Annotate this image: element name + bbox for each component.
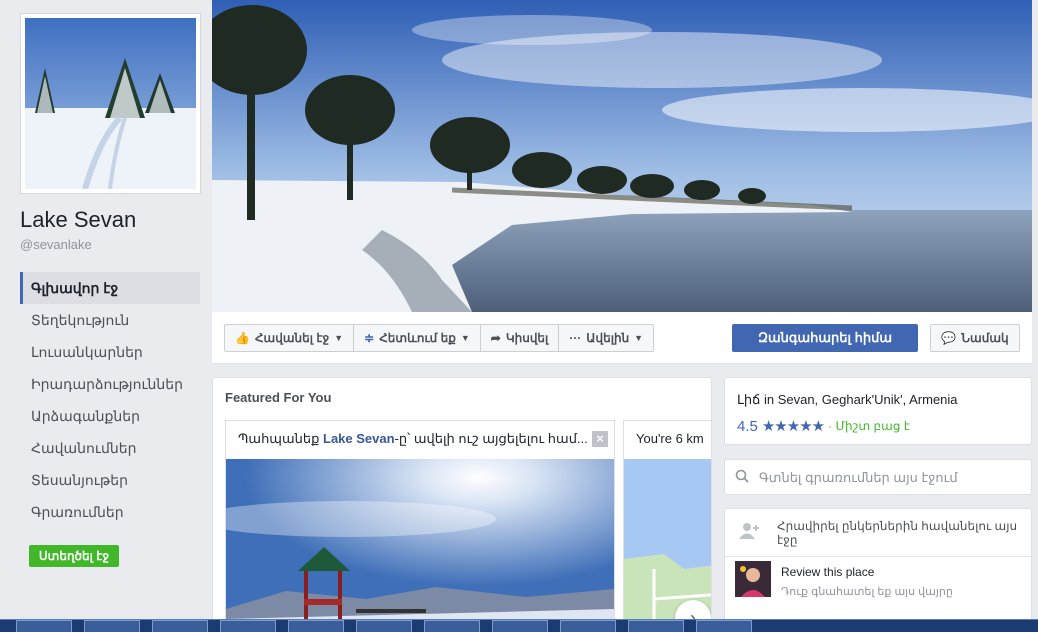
place-info-box: Լիճ in Sevan, Geghark'Unik', Armenia 4.5… (724, 377, 1032, 445)
messenger-icon: 💬 (941, 331, 957, 345)
page-post-search[interactable] (724, 459, 1032, 495)
nav-item-about[interactable]: Տեղեկություն (20, 304, 200, 336)
cover-photo-lake-sevan (212, 0, 1032, 312)
add-friend-icon (739, 522, 761, 543)
taskbar-app-button[interactable] (152, 620, 208, 632)
search-input[interactable] (759, 469, 1019, 485)
following-label: Հետևում եք (379, 331, 456, 345)
invite-friends-text: Հրավիրել ընկերներին հավանելու այս էջը (777, 518, 1018, 547)
taskbar-app-button[interactable] (560, 620, 616, 632)
featured-title: Featured For You (225, 390, 332, 405)
nav-item-reviews[interactable]: Արձագանքներ (20, 400, 200, 432)
review-title[interactable]: Review this place (781, 565, 953, 579)
taskbar-app-button[interactable] (356, 620, 412, 632)
card-text-suffix: -ը՝ ավելի ուշ այցելելու համ... (394, 431, 588, 446)
invite-review-box: Հրավիրել ընկերներին հավանելու այս էջը Re… (724, 508, 1032, 632)
profile-picture[interactable] (20, 13, 201, 194)
nav-item-photos[interactable]: Լուսանկարներ (20, 336, 200, 368)
featured-card-save[interactable]: Պահպանեք Lake Sevan-ը՝ ավելի ուշ այցելել… (225, 420, 615, 631)
page-navigation: Գլխավոր էջ Տեղեկություն Լուսանկարներ Իրա… (20, 272, 200, 528)
nav-item-events[interactable]: Իրադարձություններ (20, 368, 200, 400)
profile-photo-snow-trees (25, 18, 196, 189)
taskbar-app-button[interactable] (424, 620, 480, 632)
featured-card-photo[interactable] (226, 459, 614, 631)
card-text-prefix: Պահպանեք (238, 431, 323, 446)
message-label: Նամակ (961, 331, 1009, 345)
taskbar-app-button[interactable] (492, 620, 548, 632)
chevron-down-icon: ▼ (460, 333, 470, 343)
featured-card-text: Պահպանեք Lake Sevan-ը՝ ավելի ուշ այցելել… (226, 421, 614, 459)
user-avatar (735, 561, 771, 597)
open-status: · Միշտ բաց է (828, 419, 910, 433)
search-icon (735, 469, 749, 486)
featured-section: Featured For You Պահպանեք Lake Sevan-ը՝ … (212, 377, 712, 632)
share-label: Կիսվել (505, 331, 549, 345)
like-page-button[interactable]: 👍 Հավանել էջ ▼ (225, 325, 355, 351)
taskbar-app-button[interactable] (696, 620, 752, 632)
page-title[interactable]: Lake Sevan (20, 207, 136, 233)
rss-icon: ≑ (364, 331, 375, 345)
playground-snow-photo (226, 459, 614, 631)
review-text-block: Review this place Դուք գնահատել եք այս վ… (781, 561, 953, 607)
os-taskbar (0, 619, 1038, 632)
nav-item-posts[interactable]: Գրառումներ (20, 496, 200, 528)
place-rating[interactable]: 4.5 ★★★★★ · Միշտ բաց է (737, 417, 910, 436)
card-page-link[interactable]: Lake Sevan (323, 431, 395, 446)
more-label: Ավելին (586, 331, 630, 345)
share-arrow-icon: ➦ (490, 331, 501, 345)
star-rating-icon: ★★★★★ (761, 418, 825, 435)
share-button[interactable]: ➦ Կիսվել (481, 325, 560, 351)
taskbar-app-button[interactable] (84, 620, 140, 632)
close-icon[interactable]: × (592, 431, 608, 447)
page-action-bar: 👍 Հավանել էջ ▼ ≑ Հետևում եք ▼ ➦ Կիսվել ·… (212, 312, 1032, 364)
cover-photo[interactable] (212, 0, 1032, 312)
distance-text: You're 6 km (636, 431, 704, 446)
rating-value: 4.5 (737, 417, 758, 435)
page-username[interactable]: @sevanlake (20, 237, 92, 252)
chevron-down-icon: ▼ (334, 333, 344, 343)
call-now-button[interactable]: Զանգահարել հիմա (732, 324, 918, 352)
place-category-location[interactable]: Լիճ in Sevan, Geghark'Unik', Armenia (737, 392, 958, 408)
thumbs-up-icon: 👍 (235, 331, 250, 345)
nav-item-likes[interactable]: Հավանումներ (20, 432, 200, 464)
following-button[interactable]: ≑ Հետևում եք ▼ (354, 325, 481, 351)
more-dots-icon: ··· (569, 331, 582, 345)
taskbar-app-button[interactable] (16, 620, 72, 632)
review-place-row[interactable]: Review this place Դուք գնահատել եք այս վ… (725, 561, 1031, 607)
message-button[interactable]: 💬 Նամակ (930, 324, 1020, 352)
create-page-button[interactable]: Ստեղծել էջ (29, 545, 119, 567)
like-page-label: Հավանել էջ (254, 331, 330, 345)
nav-item-videos[interactable]: Տեսանյութեր (20, 464, 200, 496)
chevron-down-icon: ▼ (634, 333, 644, 343)
taskbar-app-button[interactable] (288, 620, 344, 632)
taskbar-app-button[interactable] (220, 620, 276, 632)
nav-item-home[interactable]: Գլխավոր էջ (20, 272, 200, 304)
page-actions-group: 👍 Հավանել էջ ▼ ≑ Հետևում եք ▼ ➦ Կիսվել ·… (224, 324, 655, 352)
taskbar-app-button[interactable] (628, 620, 684, 632)
invite-friends-row[interactable]: Հրավիրել ընկերներին հավանելու այս էջը (725, 509, 1031, 557)
more-button[interactable]: ··· Ավելին ▼ (559, 325, 653, 351)
review-subtitle: Դուք գնահատել եք այս վայրը (781, 586, 953, 598)
